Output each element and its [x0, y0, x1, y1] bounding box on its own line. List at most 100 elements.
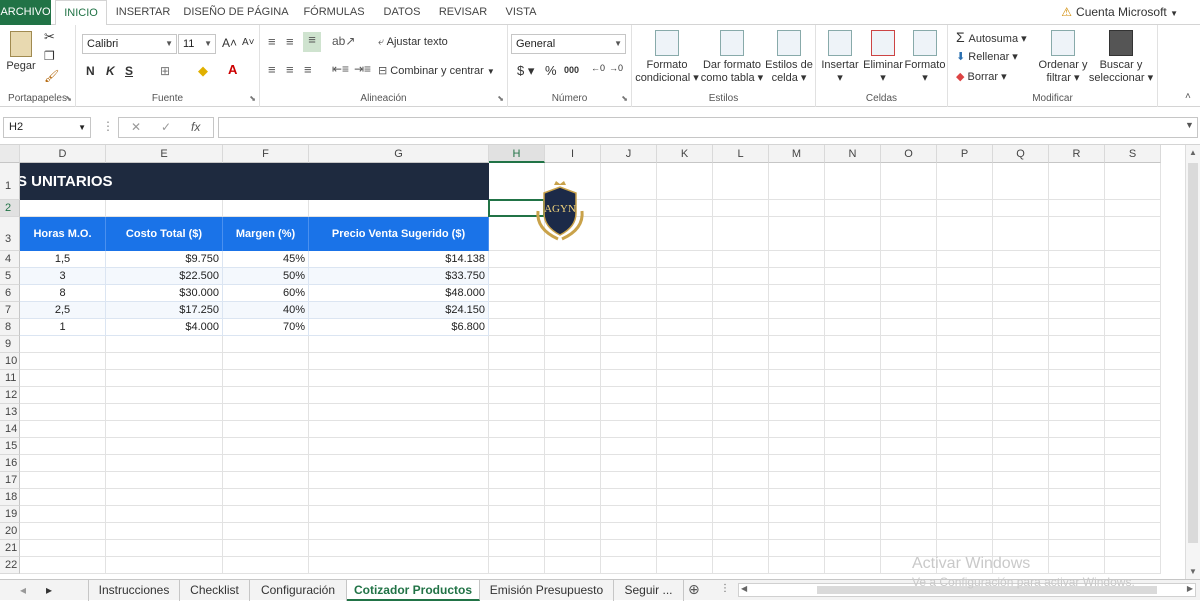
increase-decimal-icon[interactable]: ←0	[591, 63, 605, 73]
cell[interactable]	[881, 455, 937, 472]
merge-center-button[interactable]: ⊟ Combinar y centrar ▼	[378, 64, 495, 77]
formula-input[interactable]	[218, 117, 1198, 138]
cell[interactable]	[106, 387, 223, 404]
cell[interactable]	[769, 336, 825, 353]
cell[interactable]	[657, 438, 713, 455]
next-sheet-icon[interactable]: ▸	[38, 580, 60, 601]
cell[interactable]	[545, 506, 601, 523]
shrink-font-icon[interactable]: A˅	[242, 37, 255, 48]
cell[interactable]	[769, 472, 825, 489]
account-menu[interactable]: ⚠ Cuenta Microsoft ▼	[1061, 0, 1178, 25]
cell[interactable]	[769, 319, 825, 336]
scroll-down-icon[interactable]: ▼	[1189, 567, 1197, 576]
cell[interactable]	[223, 523, 309, 540]
cell[interactable]	[657, 557, 713, 574]
cell[interactable]	[309, 540, 489, 557]
cell[interactable]	[1105, 217, 1161, 251]
cell[interactable]	[825, 404, 881, 421]
cell[interactable]	[601, 523, 657, 540]
cell[interactable]	[713, 319, 769, 336]
cell[interactable]	[937, 302, 993, 319]
cell[interactable]	[937, 251, 993, 268]
cell[interactable]	[825, 200, 881, 217]
cell[interactable]	[993, 200, 1049, 217]
cell[interactable]	[1049, 285, 1105, 302]
cell[interactable]	[1049, 268, 1105, 285]
cell[interactable]	[489, 472, 545, 489]
sheet-tab[interactable]: Emisión Presupuesto	[480, 580, 614, 601]
table-cell[interactable]: 1,5	[20, 251, 106, 268]
more-options-icon[interactable]: ⋮	[102, 119, 114, 133]
cell[interactable]	[545, 353, 601, 370]
grow-font-icon[interactable]: A˄	[222, 36, 237, 50]
cell[interactable]	[309, 200, 489, 217]
cell[interactable]	[1049, 251, 1105, 268]
cell[interactable]	[657, 302, 713, 319]
cell[interactable]	[825, 387, 881, 404]
cell[interactable]	[881, 421, 937, 438]
scroll-left-icon[interactable]: ◀	[741, 584, 747, 593]
scroll-up-icon[interactable]: ▲	[1189, 148, 1197, 157]
cell[interactable]	[993, 523, 1049, 540]
cell[interactable]	[545, 370, 601, 387]
cell[interactable]	[657, 163, 713, 200]
cell[interactable]	[1105, 404, 1161, 421]
cell[interactable]	[223, 540, 309, 557]
expand-formula-bar-icon[interactable]: ▼	[1185, 120, 1194, 130]
cell[interactable]	[993, 302, 1049, 319]
cell[interactable]	[601, 455, 657, 472]
cell[interactable]	[106, 489, 223, 506]
fill-button[interactable]: ⬇ Rellenar ▾	[956, 50, 1018, 63]
prev-sheet-icon[interactable]: ◂	[12, 580, 34, 601]
cell[interactable]	[993, 268, 1049, 285]
cell[interactable]	[223, 404, 309, 421]
cell[interactable]	[825, 557, 881, 574]
cell[interactable]	[657, 472, 713, 489]
row-header-5[interactable]: 5	[0, 268, 20, 285]
cell[interactable]	[937, 370, 993, 387]
cell[interactable]	[993, 489, 1049, 506]
dialog-launcher-icon[interactable]: ⬊	[621, 94, 628, 103]
cell[interactable]	[937, 353, 993, 370]
column-header-s[interactable]: S	[1105, 145, 1161, 163]
cell[interactable]	[223, 438, 309, 455]
cell[interactable]	[881, 370, 937, 387]
cell[interactable]	[1049, 319, 1105, 336]
cell[interactable]	[881, 404, 937, 421]
cell[interactable]	[993, 472, 1049, 489]
cell[interactable]	[713, 404, 769, 421]
align-bottom-icon[interactable]: ≡	[303, 32, 321, 52]
cell[interactable]	[713, 506, 769, 523]
row-header-15[interactable]: 15	[0, 438, 20, 455]
cell[interactable]	[223, 472, 309, 489]
cell[interactable]	[713, 200, 769, 217]
table-header[interactable]: Precio Venta Sugerido ($)	[309, 217, 489, 251]
cell[interactable]	[1105, 523, 1161, 540]
cell[interactable]	[937, 438, 993, 455]
cell[interactable]	[223, 387, 309, 404]
cell[interactable]	[881, 163, 937, 200]
cell[interactable]	[881, 387, 937, 404]
table-cell[interactable]: $14.138	[309, 251, 489, 268]
cell[interactable]	[881, 251, 937, 268]
enter-icon[interactable]: ✓	[161, 118, 171, 137]
column-header-n[interactable]: N	[825, 145, 881, 163]
name-box[interactable]: H2 ▼	[3, 117, 91, 138]
cell[interactable]	[20, 336, 106, 353]
cell[interactable]	[309, 404, 489, 421]
cut-icon[interactable]: ✂	[44, 29, 55, 45]
cell[interactable]	[657, 319, 713, 336]
cell[interactable]	[223, 489, 309, 506]
cell[interactable]	[545, 557, 601, 574]
align-left-icon[interactable]: ≡	[268, 62, 276, 77]
cell[interactable]	[769, 489, 825, 506]
cell[interactable]	[825, 421, 881, 438]
cell[interactable]	[545, 302, 601, 319]
cell[interactable]	[489, 540, 545, 557]
cell[interactable]	[713, 557, 769, 574]
table-cell[interactable]: $4.000	[106, 319, 223, 336]
cell[interactable]	[20, 370, 106, 387]
wrap-text-button[interactable]: ⤶ Ajustar texto	[378, 36, 448, 49]
cell[interactable]	[825, 523, 881, 540]
table-header[interactable]: Horas M.O.	[20, 217, 106, 251]
